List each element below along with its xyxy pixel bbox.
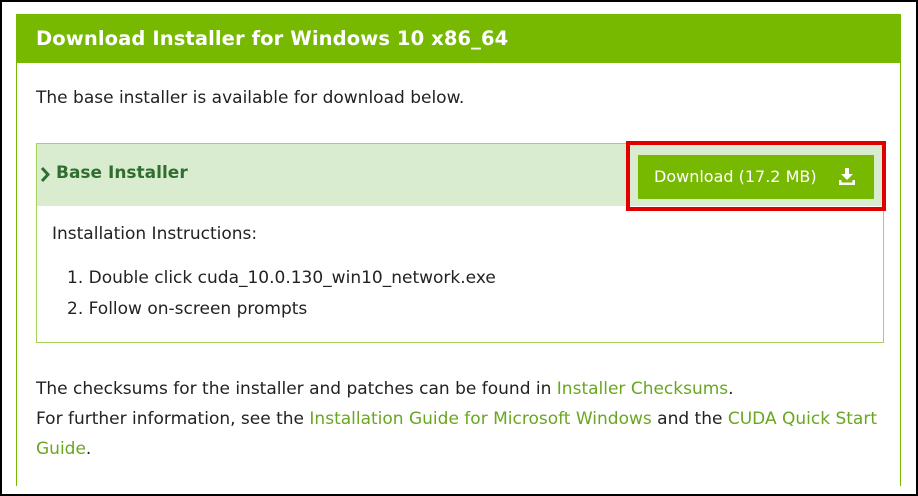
download-button[interactable]: Download (17.2 MB) (638, 155, 874, 199)
download-panel: Download Installer for Windows 10 x86_64… (16, 14, 901, 486)
installer-title: Base Installer (56, 163, 188, 183)
installer-checksums-link[interactable]: Installer Checksums (557, 379, 728, 399)
instructions-title: Installation Instructions: (52, 224, 258, 244)
intro-text: The base installer is available for down… (36, 88, 465, 108)
instruction-step: 2. Follow on-screen prompts (67, 299, 308, 319)
installer-box: Base Installer Download (17.2 MB) Instal… (36, 141, 886, 343)
footer-line2-prefix: For further information, see the (36, 409, 310, 429)
screenshot-frame: Download Installer for Windows 10 x86_64… (0, 0, 918, 496)
footer-text: The checksums for the installer and patc… (36, 374, 886, 464)
chevron-right-icon (40, 166, 50, 183)
download-button-label: Download (17.2 MB) (654, 167, 817, 186)
instruction-step: 1. Double click cuda_10.0.130_win10_netw… (67, 268, 496, 288)
footer-line1-prefix: The checksums for the installer and patc… (36, 379, 557, 399)
download-icon (839, 168, 855, 185)
installation-guide-link[interactable]: Installation Guide for Microsoft Windows (309, 409, 651, 429)
installer-header[interactable]: Base Installer Download (17.2 MB) (37, 141, 886, 211)
footer-line2-middle: and the (651, 409, 728, 429)
panel-title: Download Installer for Windows 10 x86_64 (17, 15, 900, 63)
instruction-steps: 1. Double click cuda_10.0.130_win10_netw… (67, 267, 496, 329)
footer-line1-suffix: . (728, 379, 734, 399)
footer-line2-suffix: . (85, 439, 92, 459)
